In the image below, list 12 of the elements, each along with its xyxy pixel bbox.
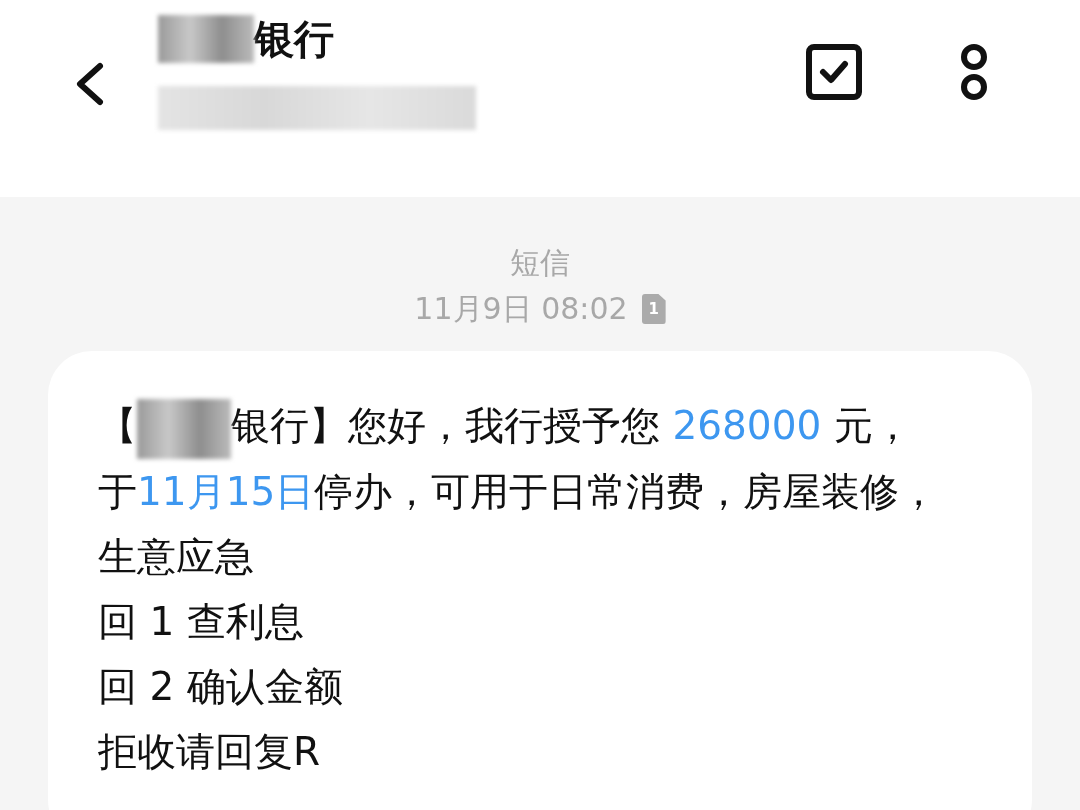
message-text: 【 银行】您好，我行授予您 268000 元，于11月15日停办，可用于日常消费，房屋装修，生意应急 (98, 393, 942, 589)
message-text: 拒收请回复R (98, 727, 322, 776)
message-text: 回 2 确认金额 (98, 662, 344, 711)
message-time: 11月9日 08:02 (414, 290, 628, 328)
message-link[interactable]: 11月15日 (137, 468, 315, 514)
sim-badge: 1 (641, 294, 666, 324)
message-link[interactable]: 268000 (672, 403, 822, 448)
checkbox-icon[interactable] (806, 44, 862, 100)
more-icon[interactable] (958, 42, 990, 102)
sender-title: 银行 (254, 15, 334, 64)
message-text: 回 1 查利息 (98, 597, 305, 646)
channel-label: 短信 (510, 244, 570, 282)
